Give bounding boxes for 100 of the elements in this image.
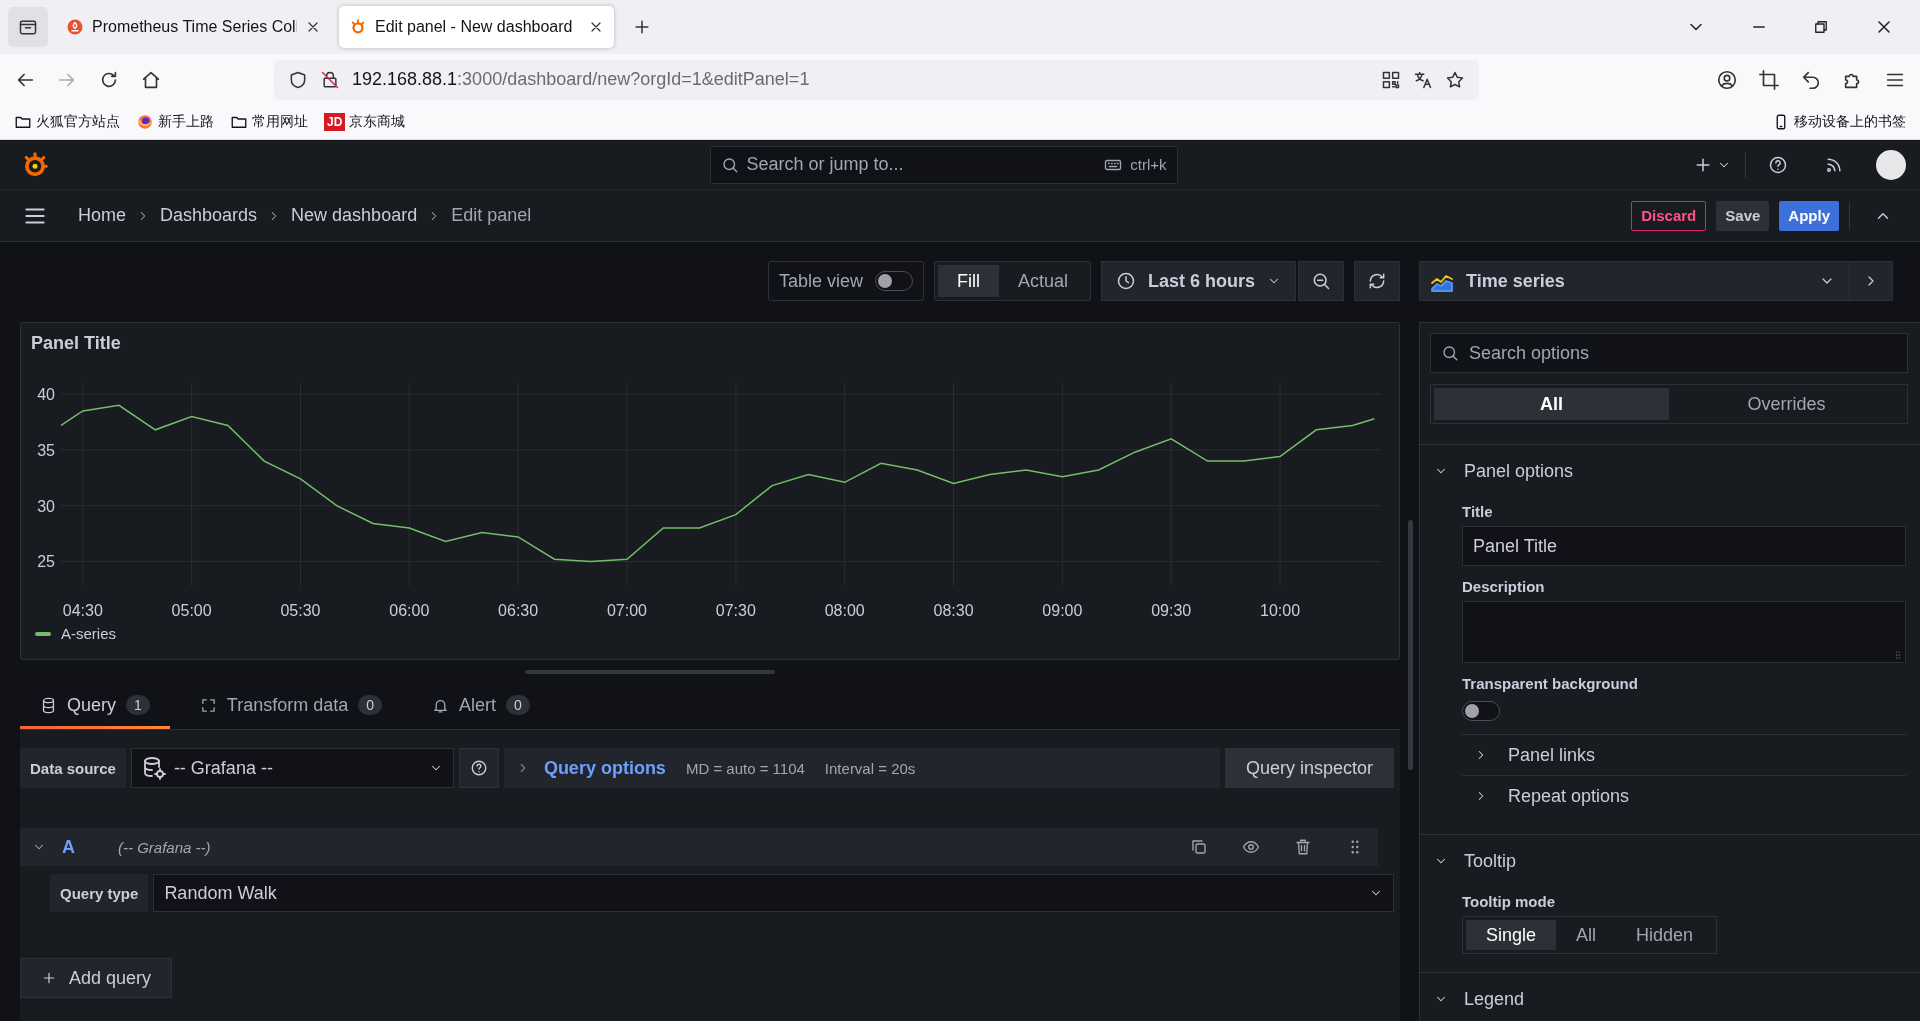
search-field[interactable]: Search or jump to... ctrl+k bbox=[709, 145, 1178, 184]
search-icon bbox=[1441, 344, 1459, 362]
shortcut-hint: ctrl+k bbox=[1130, 156, 1167, 173]
section-header[interactable]: Panel options bbox=[1420, 445, 1920, 487]
search-placeholder: Search or jump to... bbox=[746, 154, 904, 175]
action-button[interactable]: Discard bbox=[1631, 200, 1707, 231]
address-bar[interactable]: 192.168.88.1:3000/dashboard/new?orgId=1&editPanel=1 bbox=[274, 59, 1479, 100]
account-icon[interactable] bbox=[1716, 68, 1738, 91]
resize-handle[interactable] bbox=[525, 670, 775, 674]
search-icon bbox=[720, 155, 739, 174]
y-axis-label: 30 bbox=[37, 497, 55, 515]
bookmark[interactable]: 常用网址 bbox=[230, 113, 308, 131]
restore-icon[interactable] bbox=[1812, 18, 1830, 36]
bookmark-label: 火狐官方站点 bbox=[36, 113, 120, 131]
scrollbar-thumb[interactable] bbox=[1408, 520, 1413, 770]
tab-list-icon bbox=[18, 17, 38, 37]
refresh-button[interactable] bbox=[1354, 261, 1400, 301]
time-range-picker[interactable]: Last 6 hours bbox=[1100, 261, 1296, 301]
data-source-picker[interactable]: -- Grafana -- bbox=[130, 748, 454, 788]
breadcrumb-link[interactable]: Dashboards bbox=[160, 205, 258, 226]
query-type-select[interactable]: Random Walk bbox=[153, 874, 1394, 912]
qr-code-icon[interactable] bbox=[1381, 69, 1401, 90]
query-options-link[interactable]: Query options bbox=[543, 757, 666, 779]
toggle-switch[interactable] bbox=[874, 271, 913, 291]
y-axis-label: 25 bbox=[37, 553, 55, 571]
action-button[interactable]: Save bbox=[1716, 200, 1770, 231]
breadcrumb-link[interactable]: Home bbox=[78, 205, 126, 226]
x-axis-label: 07:00 bbox=[606, 602, 647, 619]
options-tab[interactable]: Overrides bbox=[1669, 388, 1904, 420]
clock-icon bbox=[1115, 271, 1136, 291]
field-label: Query type bbox=[50, 874, 149, 912]
action-button[interactable]: Apply bbox=[1779, 200, 1839, 231]
table-view-control[interactable]: Table view bbox=[767, 261, 924, 301]
editor-tab[interactable]: Alert 0 bbox=[412, 684, 550, 729]
search-placeholder: Search options bbox=[1469, 342, 1590, 364]
table-view-label: Table view bbox=[778, 270, 863, 292]
radio-option[interactable]: Single bbox=[1466, 920, 1557, 950]
x-axis-label: 06:00 bbox=[389, 602, 430, 619]
legend-item[interactable]: A-series bbox=[35, 625, 116, 642]
insecure-lock-icon[interactable] bbox=[320, 69, 340, 90]
field-label: Tooltip mode bbox=[1462, 893, 1557, 910]
eye-icon[interactable] bbox=[1242, 838, 1260, 856]
breadcrumb-link[interactable]: New dashboard bbox=[291, 205, 418, 226]
field-label: Title bbox=[1462, 503, 1494, 520]
query-name[interactable]: A bbox=[62, 836, 102, 858]
radio-option[interactable]: Hidden bbox=[1616, 920, 1714, 950]
section-header[interactable]: Tooltip bbox=[1420, 835, 1920, 877]
bookmark[interactable]: 火狐官方站点 bbox=[14, 113, 120, 131]
field-label: Description bbox=[1462, 578, 1546, 595]
interval-text: Interval = 20s bbox=[824, 759, 916, 777]
x-axis-label: 10:00 bbox=[1260, 602, 1301, 619]
search-field[interactable]: Search options bbox=[1430, 333, 1908, 373]
plus-icon bbox=[41, 970, 57, 986]
editor-tab[interactable]: Transform data 0 bbox=[179, 684, 402, 729]
bookmark[interactable]: 移动设备上的书签 bbox=[1772, 113, 1906, 131]
x-axis-label: 09:30 bbox=[1151, 602, 1192, 619]
title-input[interactable]: Panel Title bbox=[1462, 526, 1906, 566]
field-label: Transparent background bbox=[1462, 675, 1639, 692]
toggle-switch[interactable] bbox=[1462, 701, 1500, 721]
tab-list-button[interactable] bbox=[8, 7, 48, 47]
help-icon[interactable] bbox=[1768, 154, 1788, 175]
x-axis-label: 08:00 bbox=[824, 602, 865, 619]
help-button[interactable] bbox=[458, 748, 499, 788]
bookmark-label: 移动设备上的书签 bbox=[1794, 113, 1906, 131]
section-header[interactable]: Legend bbox=[1420, 973, 1920, 1015]
resize-grip-icon[interactable] bbox=[1893, 650, 1903, 660]
max-data-points-text: MD = auto = 1104 bbox=[685, 759, 805, 777]
bookmark-label: 新手上路 bbox=[158, 113, 214, 131]
field-label: Data source bbox=[20, 748, 126, 788]
visualization-picker[interactable]: Time series bbox=[1419, 261, 1849, 301]
bookmark[interactable]: 新手上路 bbox=[136, 113, 214, 131]
duplicate-icon[interactable] bbox=[1190, 838, 1208, 856]
firefox-icon bbox=[136, 113, 154, 131]
add-query-button[interactable]: Add query bbox=[20, 958, 173, 998]
subsection-header[interactable]: Panel links bbox=[1462, 734, 1906, 775]
radio-option[interactable]: All bbox=[1556, 920, 1617, 950]
user-avatar[interactable] bbox=[1876, 149, 1906, 180]
shield-icon[interactable] bbox=[288, 69, 308, 90]
query-inspector-button[interactable]: Query inspector bbox=[1224, 748, 1394, 788]
count-badge: 0 bbox=[358, 695, 382, 715]
count-badge: 1 bbox=[126, 695, 150, 715]
refresh-icon bbox=[1367, 271, 1387, 291]
star-icon[interactable] bbox=[1445, 69, 1465, 90]
description-input[interactable] bbox=[1462, 601, 1906, 663]
query-source: (-- Grafana --) bbox=[118, 838, 211, 856]
crop-icon[interactable] bbox=[1758, 68, 1780, 91]
zoom-out-button[interactable] bbox=[1298, 261, 1344, 301]
bookmark[interactable]: JD 京东商城 bbox=[324, 113, 406, 131]
mode-option[interactable]: Actual bbox=[998, 265, 1087, 297]
x-axis-label: 04:30 bbox=[62, 602, 103, 619]
jd-logo: JD bbox=[324, 113, 346, 131]
trash-icon[interactable] bbox=[1294, 838, 1312, 856]
mode-option[interactable]: Fill bbox=[937, 265, 999, 297]
translate-icon[interactable] bbox=[1413, 69, 1433, 90]
panel-title: Panel Title bbox=[30, 332, 122, 355]
x-axis-label: 05:00 bbox=[171, 602, 212, 619]
options-tab[interactable]: All bbox=[1434, 388, 1669, 420]
subsection-header[interactable]: Repeat options bbox=[1462, 775, 1906, 816]
y-axis-label: 35 bbox=[37, 441, 55, 459]
browser-tab[interactable]: Edit panel - New dashboard bbox=[339, 6, 614, 48]
